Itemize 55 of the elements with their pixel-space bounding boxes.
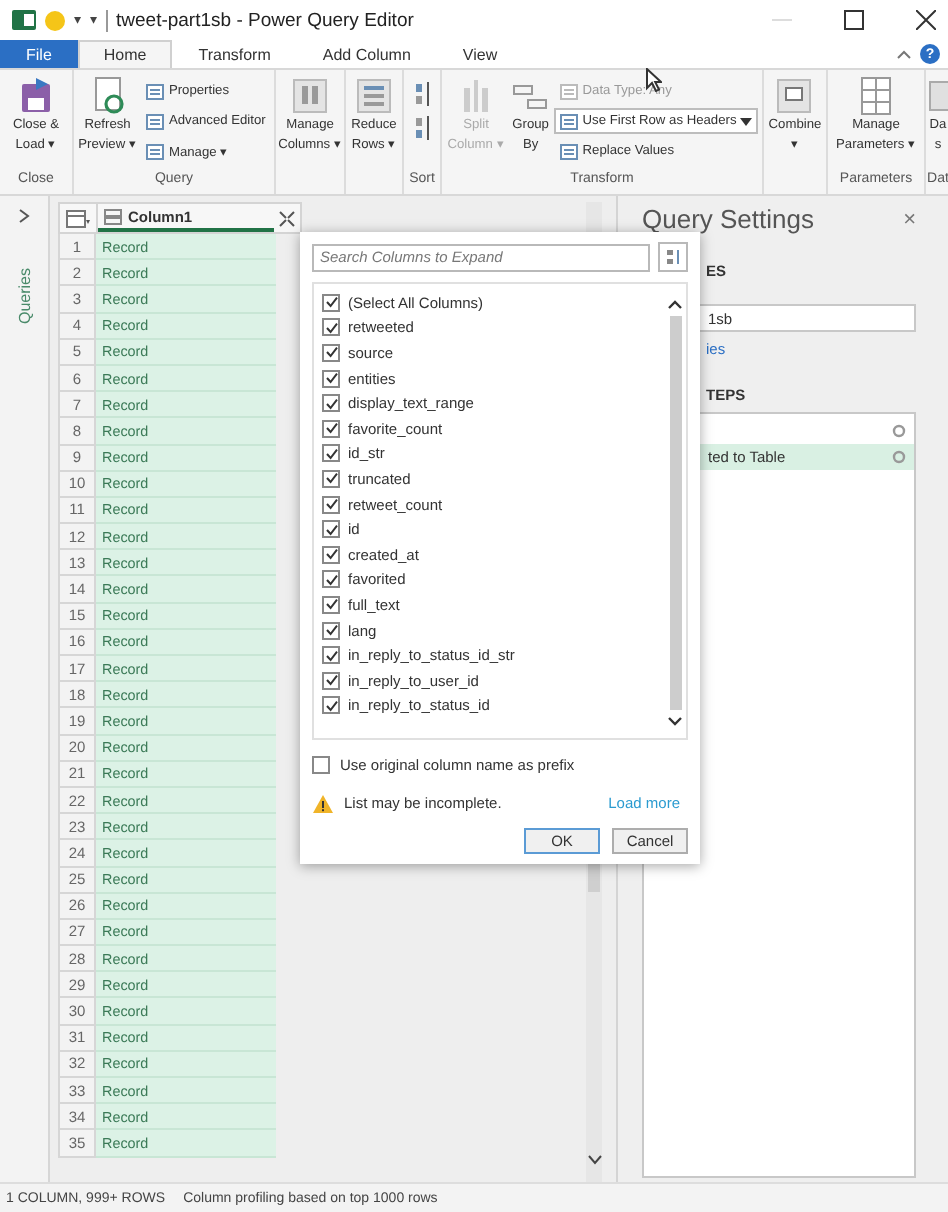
manage-icon (146, 143, 165, 159)
table-icon[interactable] (66, 209, 90, 227)
maximize-icon[interactable] (844, 10, 864, 30)
checkbox[interactable] (322, 570, 340, 589)
queries-label[interactable]: Queries (15, 268, 33, 325)
window-title: tweet-part1sb - Power Query Editor (106, 9, 414, 31)
expand-icon[interactable] (16, 208, 32, 224)
checkbox[interactable] (322, 495, 340, 514)
type-icon (104, 207, 122, 225)
checkbox[interactable] (322, 545, 340, 564)
ribbon-tab[interactable]: View (436, 40, 524, 68)
scrollbar-thumb[interactable] (669, 316, 681, 710)
ribbon-tab[interactable]: Add Column (296, 40, 437, 68)
panel-title: Query Settings (642, 204, 814, 234)
properties-icon (146, 83, 165, 99)
sort-ascending-icon[interactable] (413, 80, 431, 108)
checkbox[interactable] (322, 343, 340, 362)
sort-button[interactable] (658, 242, 688, 272)
checkbox[interactable] (322, 671, 340, 690)
checkbox[interactable] (322, 318, 340, 337)
table-icon (560, 113, 579, 129)
file-tab[interactable]: File (0, 40, 78, 68)
checkbox[interactable] (322, 419, 340, 438)
scroll-down-icon[interactable] (668, 716, 682, 726)
close-button[interactable]: × (903, 207, 916, 231)
checkbox[interactable] (322, 646, 340, 665)
caret-icon (740, 115, 753, 127)
ribbon-tab[interactable]: Transform (172, 40, 297, 68)
checkbox[interactable] (322, 469, 340, 488)
combine-icon (774, 76, 815, 116)
replace-icon (560, 143, 579, 159)
sort-descending-icon[interactable] (413, 114, 431, 142)
checkbox[interactable] (322, 595, 340, 614)
columns-icon (290, 76, 330, 116)
save-icon (16, 76, 56, 116)
checkbox[interactable] (322, 696, 340, 715)
checkbox[interactable] (322, 520, 340, 539)
checkbox[interactable] (322, 444, 340, 463)
excel-icon (12, 8, 36, 32)
scroll-up-icon[interactable] (668, 300, 682, 310)
scroll-down-icon (587, 1154, 601, 1166)
warning-icon (312, 793, 334, 814)
checkbox[interactable] (312, 755, 330, 774)
checkbox[interactable] (322, 293, 340, 312)
checkbox[interactable] (322, 394, 340, 413)
checkbox[interactable] (322, 369, 340, 388)
sort-icon (665, 248, 681, 266)
expand-column-icon[interactable] (274, 205, 300, 231)
checkbox[interactable] (322, 621, 340, 640)
rows-icon (353, 76, 394, 116)
parameters-icon (855, 76, 896, 116)
editor-icon (146, 113, 165, 129)
close-icon[interactable] (916, 10, 936, 30)
ribbon-tab[interactable]: Home (77, 40, 173, 68)
data-type-icon (560, 83, 579, 99)
